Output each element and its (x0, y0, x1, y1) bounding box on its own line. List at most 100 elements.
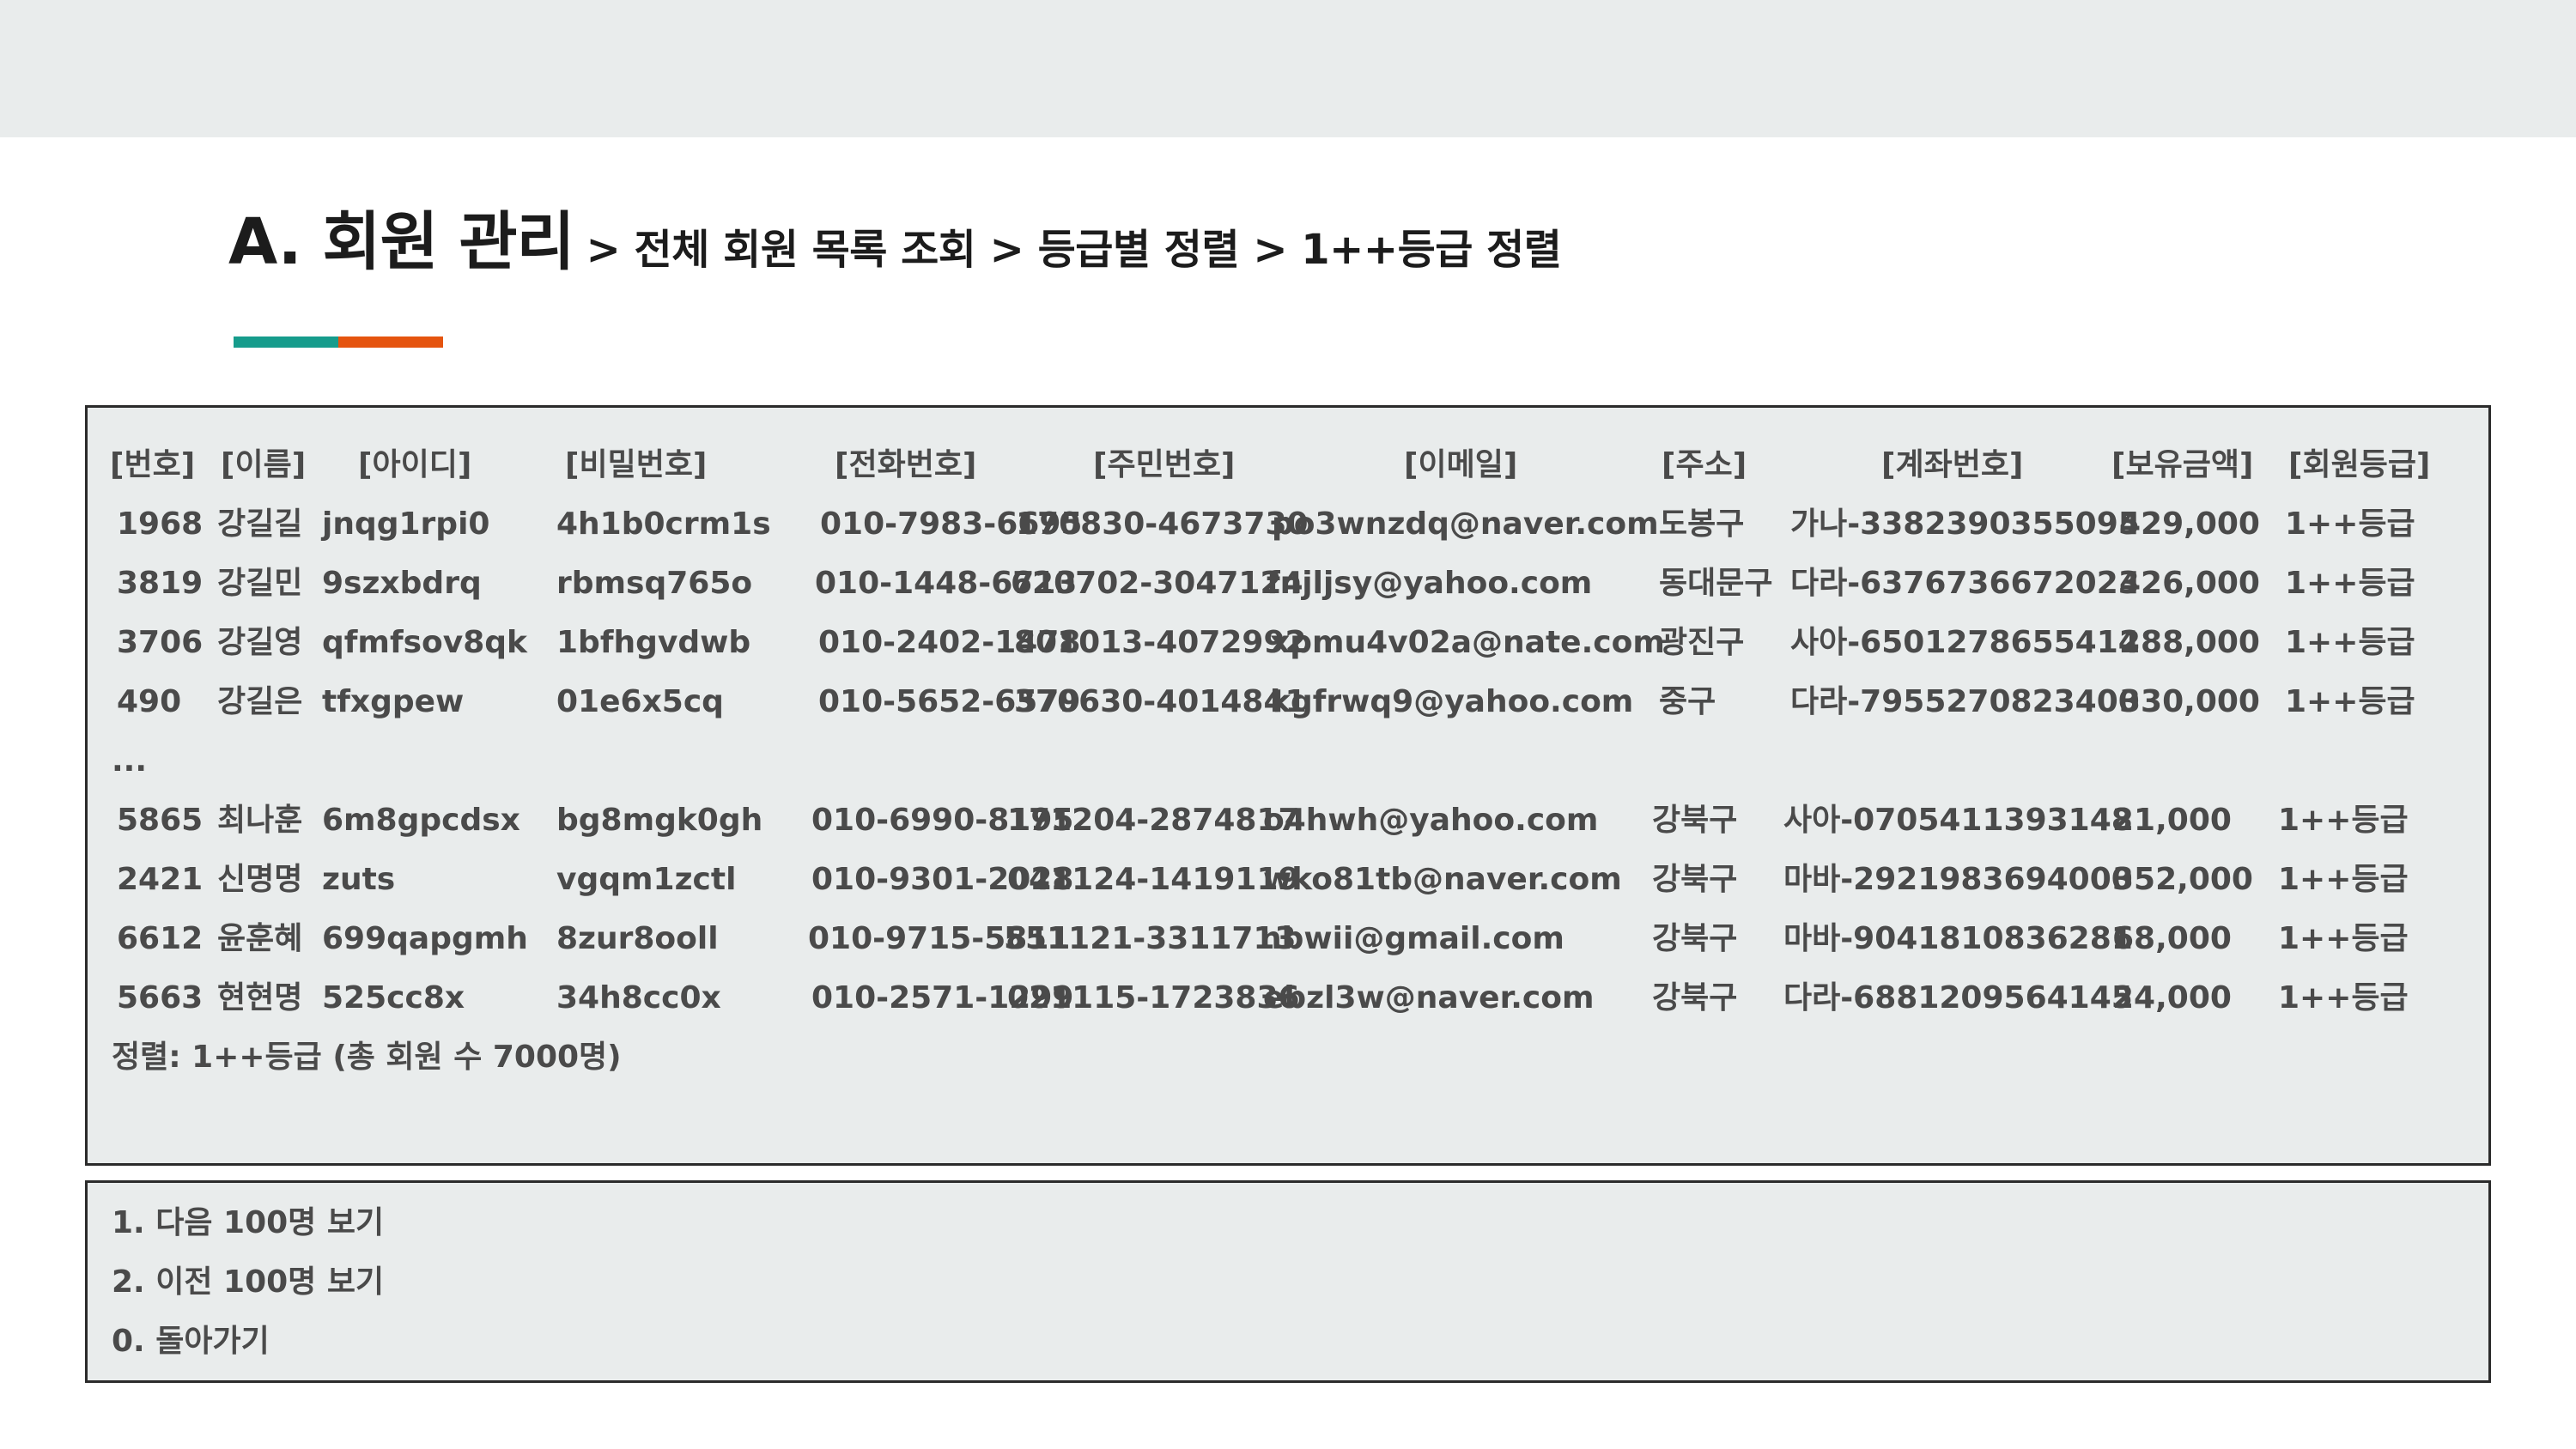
table-header-row: [번호] [이름] [아이디] [비밀번호] [전화번호] [주민번호] [이메일] [주소]… (88, 435, 2488, 494)
cell-rrn: 801013-4072992 (1014, 625, 1307, 660)
member-table-panel: [번호] [이름] [아이디] [비밀번호] [전화번호] [주민번호] [이메일] [주소]… (85, 405, 2491, 1166)
cell-name: 현현명 (217, 980, 303, 1016)
cell-id: 6m8gpcdsx (322, 803, 520, 838)
cell-password: 1bfhgvdwb (556, 625, 751, 660)
top-band (0, 0, 2576, 137)
cell-rrn: 551121-3311713 (1004, 921, 1297, 956)
cell-rrn: 021115-1723836 (1007, 980, 1300, 1016)
table-row: 490 강길은 tfxgpew 01e6x5cq 010-5652-6579 370630… (88, 672, 2488, 731)
cell-password: 01e6x5cq (556, 684, 724, 719)
cell-account: 다라-6881209564145 (1783, 980, 2133, 1016)
cell-rrn: 620702-3047124 (1011, 566, 1303, 601)
cell-address: 강북구 (1652, 921, 1738, 956)
accent-orange-segment (338, 336, 443, 348)
cell-name: 강길은 (217, 684, 303, 719)
table-row: 5865 최나훈 6m8gpcdsx bg8mgk0gh 010-6990-8195 17… (88, 791, 2488, 850)
header-name: [이름] (221, 447, 307, 482)
cell-account: 사아-6501278655414 (1790, 625, 2140, 660)
cell-num: 490 (117, 684, 182, 719)
cell-rrn: 170830-4673730 (1016, 506, 1309, 542)
cell-grade: 1++등급 (2278, 803, 2409, 838)
cell-name: 신명명 (217, 862, 303, 897)
header-account: [계좌번호] (1881, 447, 2024, 482)
cell-id: 9szxbdrq (322, 566, 482, 601)
cell-num: 5865 (117, 803, 204, 838)
title-breadcrumb: > 전체 회원 목록 조회 > 등급별 정렬 > 1++등급 정렬 (586, 226, 1562, 274)
table-row: 3706 강길영 qfmfsov8qk 1bfhgvdwb 010-2402-1478 8… (88, 613, 2488, 672)
header-email: [이메일] (1404, 447, 1518, 482)
cell-account: 마바-2921983694000 (1783, 862, 2133, 897)
cell-email: xpmu4v02a@nate.com (1270, 625, 1665, 660)
cell-password: 8zur8ooll (556, 921, 719, 956)
cell-balance: 21,000 (2112, 803, 2232, 838)
cell-id: zuts (322, 862, 396, 897)
cell-address: 광진구 (1659, 625, 1745, 660)
cell-rrn: 171204-2874817 (1007, 803, 1300, 838)
cell-grade: 1++등급 (2278, 921, 2409, 956)
table-row: 5663 현현명 525cc8x 34h8cc0x 010-2571-1299 02111… (88, 968, 2488, 1028)
cell-email: ebzl3w@naver.com (1263, 980, 1595, 1016)
cell-address: 강북구 (1652, 980, 1738, 1016)
cell-num: 1968 (117, 506, 204, 542)
cell-num: 3819 (117, 566, 204, 601)
cell-account: 다라-6376736672023 (1790, 566, 2140, 601)
cell-account: 다라-7955270823400 (1790, 684, 2140, 719)
header-grade: [회원등급] (2288, 447, 2431, 482)
header-id: [아이디] (358, 447, 472, 482)
cell-balance: 68,000 (2112, 921, 2232, 956)
cell-balance: 426,000 (2119, 566, 2260, 601)
header-address: [주소] (1662, 447, 1747, 482)
table-row: 3819 강길민 9szxbdrq rbmsq765o 010-1448-6713 620… (88, 554, 2488, 613)
cell-email: o4hwh@yahoo.com (1263, 803, 1599, 838)
cell-address: 강북구 (1652, 803, 1738, 838)
cell-id: 699qapgmh (322, 921, 528, 956)
cell-account: 마바-9041810836281 (1783, 921, 2133, 956)
cell-num: 3706 (117, 625, 204, 660)
menu-item-back[interactable]: 0. 돌아가기 (112, 1312, 270, 1371)
cell-address: 동대문구 (1659, 566, 1773, 601)
menu-item-prev-100[interactable]: 2. 이전 100명 보기 (112, 1252, 384, 1312)
menu-item-next-100[interactable]: 1. 다음 100명 보기 (112, 1193, 384, 1252)
cell-id: tfxgpew (322, 684, 465, 719)
cell-address: 강북구 (1652, 862, 1738, 897)
page-title: A. 회원 관리 > 전체 회원 목록 조회 > 등급별 정렬 > 1++등급 정… (228, 191, 1562, 282)
cell-name: 강길영 (217, 625, 303, 660)
cell-rrn: 041124-1419119 (1007, 862, 1300, 897)
accent-teal-segment (234, 336, 338, 348)
cell-name: 강길민 (217, 566, 303, 601)
cell-email: wko81tb@naver.com (1263, 862, 1622, 897)
cell-password: 4h1b0crm1s (556, 506, 771, 542)
header-password: [비밀번호] (565, 447, 708, 482)
table-row: 6612 윤훈혜 699qapgmh 8zur8ooll 010-9715-5811 55… (88, 909, 2488, 968)
cell-name: 강길길 (217, 506, 303, 542)
title-accent-bar (234, 336, 443, 348)
cell-grade: 1++등급 (2285, 566, 2415, 601)
cell-balance: 352,000 (2112, 862, 2253, 897)
cell-grade: 1++등급 (2285, 625, 2415, 660)
cell-email: po3wnzdq@naver.com (1272, 506, 1659, 542)
header-balance: [보유금액] (2111, 447, 2254, 482)
cell-password: 34h8cc0x (556, 980, 721, 1016)
cell-name: 최나훈 (217, 803, 303, 838)
cell-password: rbmsq765o (556, 566, 753, 601)
cell-id: qfmfsov8qk (322, 625, 527, 660)
title-main: A. 회원 관리 (228, 205, 575, 279)
cell-balance: 330,000 (2119, 684, 2260, 719)
cell-email: fnjljsy@yahoo.com (1267, 566, 1593, 601)
cell-num: 6612 (117, 921, 204, 956)
cell-rrn: 370630-4014841 (1014, 684, 1307, 719)
cell-num: 5663 (117, 980, 204, 1016)
cell-balance: 429,000 (2119, 506, 2260, 542)
cell-id: 525cc8x (322, 980, 465, 1016)
cell-id: jnqg1rpi0 (322, 506, 490, 542)
menu-panel: 1. 다음 100명 보기 2. 이전 100명 보기 0. 돌아가기 (85, 1180, 2491, 1383)
table-row: 1968 강길길 jnqg1rpi0 4h1b0crm1s 010-7983-6695 1… (88, 494, 2488, 554)
cell-address: 중구 (1659, 684, 1716, 719)
header-rrn: [주민번호] (1093, 447, 1236, 482)
cell-grade: 1++등급 (2285, 506, 2415, 542)
header-phone: [전화번호] (835, 447, 977, 482)
cell-grade: 1++등급 (2278, 862, 2409, 897)
page: A. 회원 관리 > 전체 회원 목록 조회 > 등급별 정렬 > 1++등급 정… (0, 0, 2576, 1449)
cell-num: 2421 (117, 862, 204, 897)
cell-email: kgfrwq9@yahoo.com (1270, 684, 1634, 719)
